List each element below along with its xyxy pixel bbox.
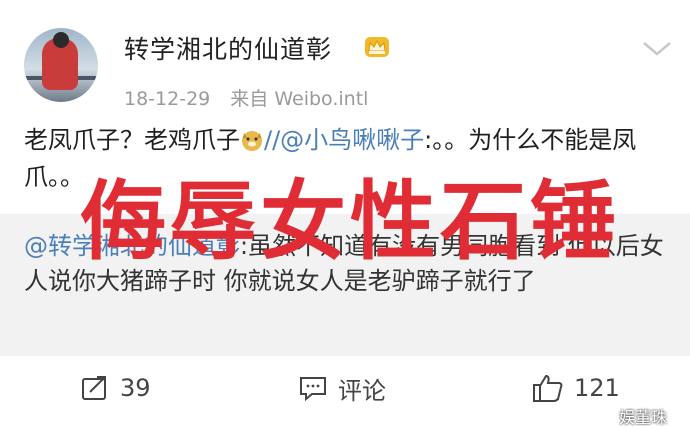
comment-button[interactable]: 评论 bbox=[298, 366, 386, 410]
post-date: 18-12-29 bbox=[124, 88, 211, 110]
overlay-caption: 侮辱女性石锤 bbox=[80, 172, 620, 272]
mention-link[interactable]: //@小鸟啾啾子 bbox=[264, 126, 424, 154]
crown-icon bbox=[365, 37, 389, 57]
doge-emoji-icon bbox=[242, 131, 262, 151]
watermark-text: 娱董珠 bbox=[619, 408, 668, 427]
repost-icon bbox=[82, 376, 106, 400]
post-meta: 18-12-29 来自 Weibo.intl bbox=[124, 84, 368, 111]
post-source: 来自 Weibo.intl bbox=[230, 88, 369, 110]
repost-button[interactable]: 39 bbox=[80, 366, 151, 410]
thumbs-up-icon bbox=[533, 374, 563, 402]
comment-label: 评论 bbox=[338, 376, 386, 405]
chevron-down-icon[interactable] bbox=[640, 38, 674, 58]
repost-count: 39 bbox=[120, 374, 151, 402]
avatar-head bbox=[53, 32, 69, 48]
watermark: 娱董珠 bbox=[596, 404, 667, 428]
comment-icon bbox=[300, 377, 326, 402]
like-count: 121 bbox=[574, 374, 620, 402]
weibo-logo-icon bbox=[596, 413, 612, 425]
username[interactable]: 转学湘北的仙道彰 bbox=[124, 30, 332, 66]
post-text-before: 老凤爪子？老鸡爪子 bbox=[24, 126, 240, 154]
avatar[interactable] bbox=[24, 28, 98, 102]
